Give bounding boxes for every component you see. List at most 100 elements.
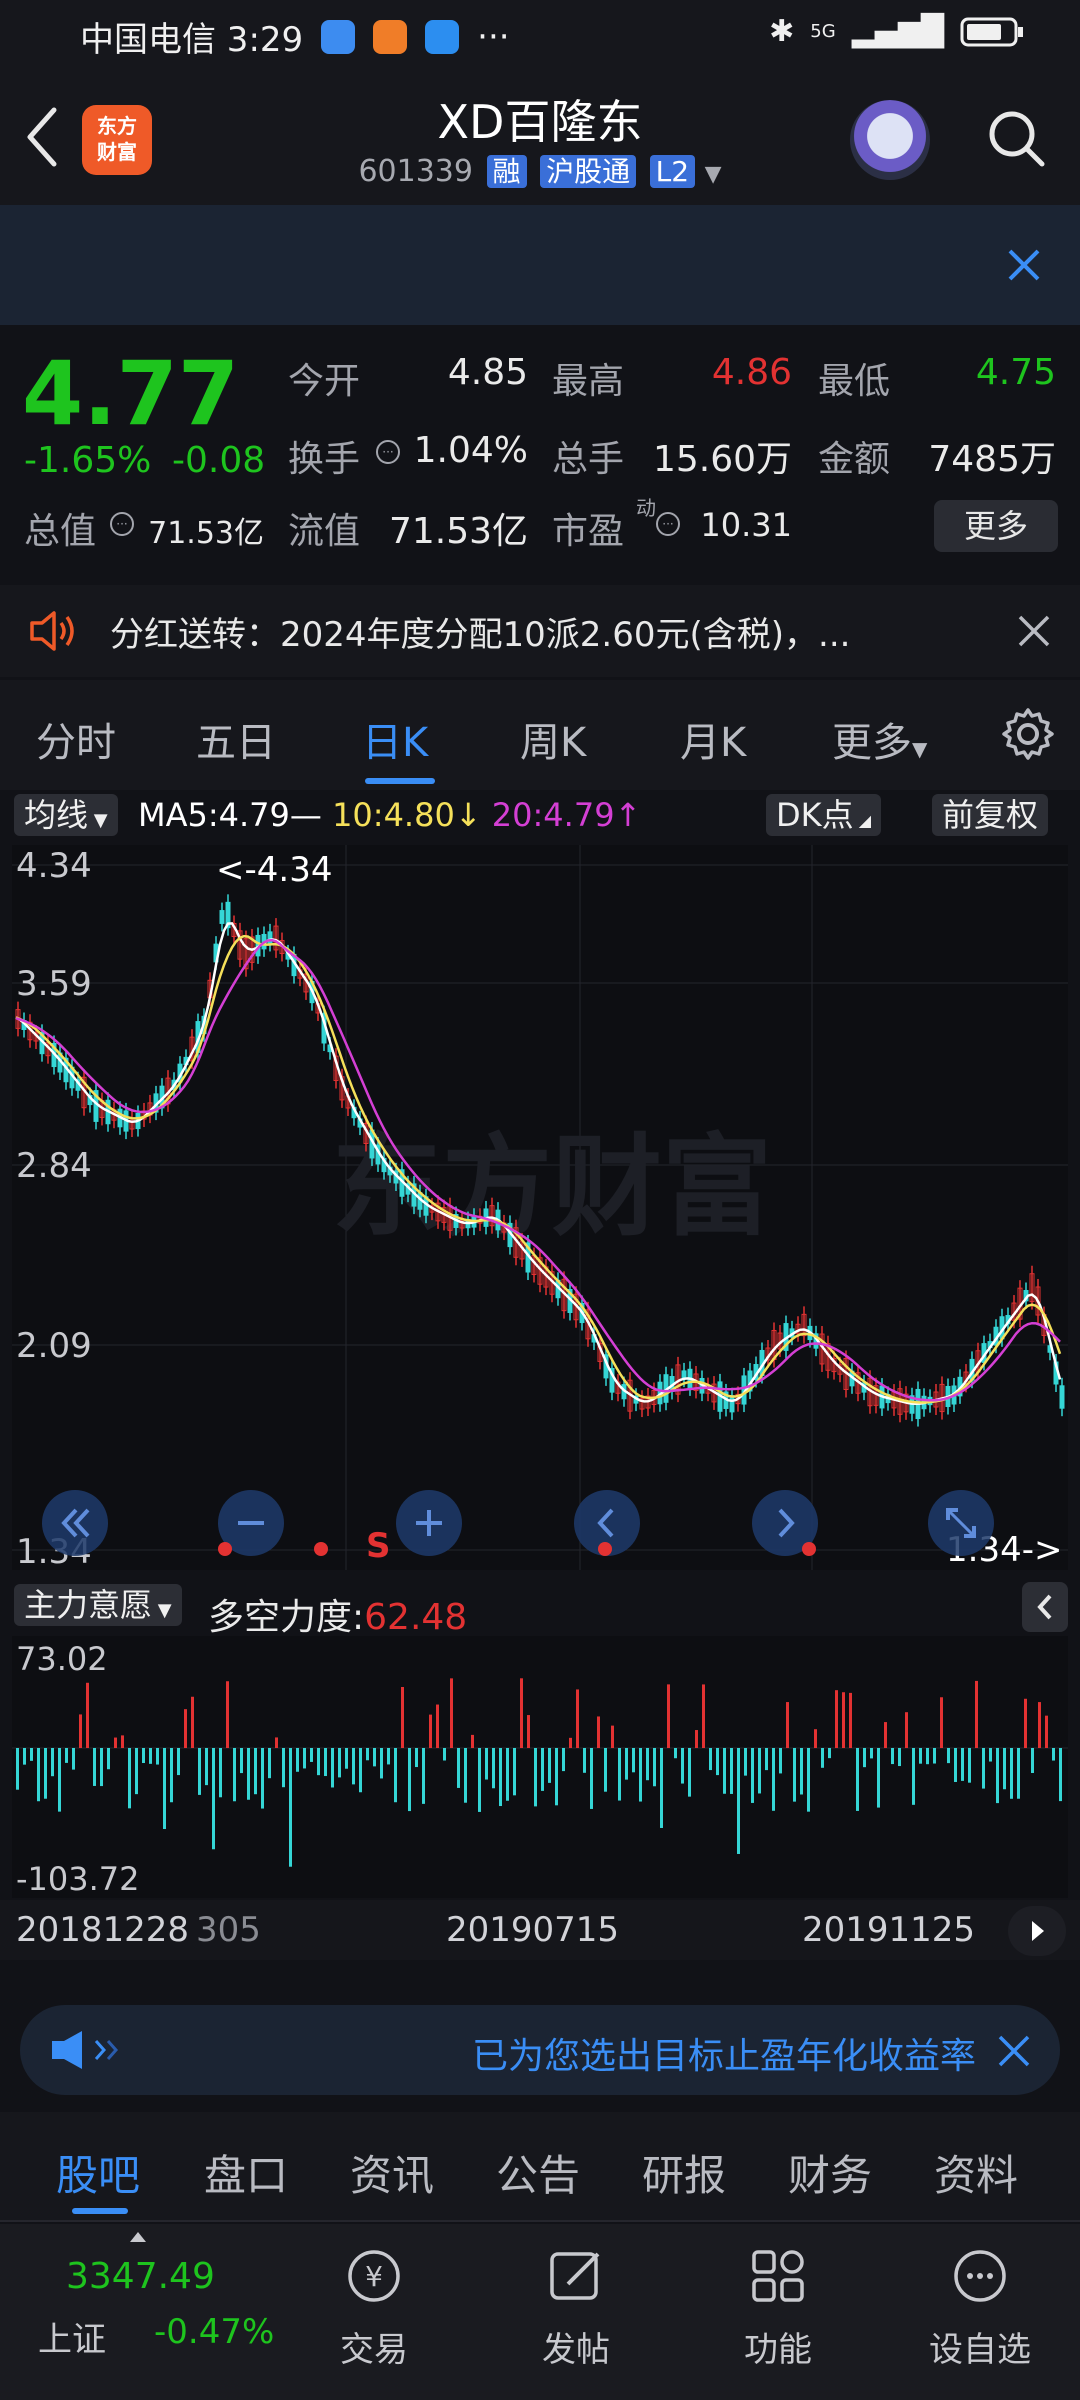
indicator-bar xyxy=(415,1748,418,1768)
indicator-bar xyxy=(100,1748,103,1787)
ma-values: MA5:4.79— 10:4.80↓ 20:4.79↑ xyxy=(138,796,641,834)
price-label: 4.34 xyxy=(16,846,92,886)
candle-body xyxy=(267,931,273,944)
ma20-value: 20:4.79↑ xyxy=(491,796,642,834)
indicator-bar xyxy=(660,1748,663,1828)
indicator-bar xyxy=(625,1748,628,1780)
tab-intraday[interactable]: 分时 xyxy=(36,710,116,768)
indicator-selector-label: 主力意愿 xyxy=(24,1586,153,1624)
kline-chart[interactable]: 东方财富 4.34 3.59 2.84 2.09 1.34 <-4.34 1.3… xyxy=(12,845,1068,1572)
indicator-bar xyxy=(947,1748,950,1764)
nav-post[interactable]: 发帖 xyxy=(506,2244,646,2371)
info-icon[interactable]: ··· xyxy=(654,510,682,538)
indicator-bar xyxy=(37,1748,40,1802)
network-label: 5G xyxy=(810,21,836,42)
play-button[interactable] xyxy=(1008,1906,1066,1956)
close-icon[interactable] xyxy=(1016,613,1052,649)
info-icon[interactable]: ··· xyxy=(374,438,402,466)
indicator-bar: 主力意愿 ▼ 多空力度:62.48 xyxy=(0,1578,1080,1638)
index-value[interactable]: 3347.49 xyxy=(66,2256,215,2297)
indicator-bar xyxy=(1052,1748,1055,1761)
indicator-bar xyxy=(583,1748,586,1773)
indicator-bar xyxy=(863,1748,866,1768)
tab-announcements[interactable]: 公告 xyxy=(496,2142,580,2203)
indicator-bar xyxy=(275,1737,278,1748)
candle-body xyxy=(729,1395,735,1413)
carrier-time: 中国电信 3:29 xyxy=(80,20,304,60)
robot-assistant-avatar[interactable] xyxy=(850,100,930,180)
status-left: 中国电信 3:29 ··· xyxy=(80,12,510,61)
ad-banner[interactable] xyxy=(0,205,1080,325)
signal-icon: ▂▄▆█ xyxy=(851,14,944,49)
indicator-bar xyxy=(611,1725,614,1748)
indicator-bar xyxy=(324,1748,327,1777)
nav-trade[interactable]: ¥ 交易 xyxy=(304,2244,444,2371)
adjust-price-button[interactable]: 前复权 xyxy=(932,794,1049,836)
tab-monthly-k[interactable]: 月K xyxy=(680,710,746,768)
tab-five-day[interactable]: 五日 xyxy=(196,710,276,768)
indicator-bar xyxy=(401,1686,404,1748)
collapse-button[interactable] xyxy=(1022,1582,1068,1632)
indicator-bar xyxy=(590,1748,593,1809)
tab-more[interactable]: 更多▼ xyxy=(832,710,927,768)
indicator-bar xyxy=(1031,1748,1034,1773)
nav-functions[interactable]: 功能 xyxy=(708,2244,848,2371)
indicator-bar xyxy=(352,1748,355,1785)
nav-add-watchlist[interactable]: 设自选 xyxy=(910,2244,1050,2371)
indicator-bar xyxy=(1003,1748,1006,1790)
volume-value: 15.60万 xyxy=(652,439,792,480)
search-icon[interactable] xyxy=(984,106,1048,170)
indicator-canvas[interactable]: 73.02 -103.72 xyxy=(12,1636,1068,1898)
close-icon[interactable] xyxy=(994,2031,1034,2071)
indicator-bar xyxy=(366,1748,369,1761)
zoom-in-button[interactable] xyxy=(396,1490,462,1556)
indicator-bar xyxy=(205,1748,208,1786)
info-icon[interactable]: ··· xyxy=(108,510,136,538)
kline-canvas[interactable]: 东方财富 4.34 3.59 2.84 2.09 1.34 <-4.34 1.3… xyxy=(12,845,1068,1572)
level2-tag: L2 xyxy=(649,155,696,188)
indicator-bar xyxy=(737,1748,740,1854)
more-quote-button[interactable]: 更多 xyxy=(934,500,1058,552)
float-mv-label: 流值 xyxy=(288,511,361,552)
indicator-bar xyxy=(961,1748,964,1781)
dividend-notice[interactable]: 分红送转：2024年度分配10派2.60元(含税)，... xyxy=(0,585,1080,677)
tab-research[interactable]: 研报 xyxy=(642,2142,726,2203)
tab-weekly-k[interactable]: 周K xyxy=(520,710,586,768)
status-bar: 中国电信 3:29 ··· ✱ 5G ▂▄▆█ xyxy=(0,0,1080,70)
tab-order-book[interactable]: 盘口 xyxy=(204,2142,288,2203)
tab-daily-k[interactable]: 日K xyxy=(362,710,428,768)
trade-icon: ¥ xyxy=(348,2250,400,2302)
indicator-bar xyxy=(730,1748,733,1794)
indicator-bar xyxy=(170,1748,173,1803)
promo-banner[interactable]: 已为您选出目标止盈年化收益率 xyxy=(20,2005,1060,2095)
period-tabs: 分时 五日 日K 周K 月K 更多▼ xyxy=(0,680,1080,790)
indicator-bar xyxy=(135,1748,138,1795)
promo-text: 已为您选出目标止盈年化收益率 xyxy=(471,2036,976,2077)
fullscreen-button[interactable] xyxy=(928,1490,994,1556)
indicator-selector[interactable]: 主力意愿 ▼ xyxy=(14,1584,182,1626)
indicator-bar xyxy=(457,1748,460,1788)
indicator-chart[interactable]: 73.02 -103.72 xyxy=(12,1636,1068,1898)
tab-forum[interactable]: 股吧 xyxy=(56,2142,140,2203)
megaphone-icon xyxy=(52,2031,119,2069)
ma-selector[interactable]: 均线 ▼ xyxy=(14,794,118,836)
indicator-bar xyxy=(856,1748,859,1811)
dropdown-icon: ▼ xyxy=(704,162,722,187)
indicator-bar xyxy=(870,1748,873,1759)
tab-news[interactable]: 资讯 xyxy=(350,2142,434,2203)
change-percent: -1.65% xyxy=(24,440,152,481)
index-change: -0.47% xyxy=(154,2312,275,2352)
indicator-bar xyxy=(527,1715,530,1748)
zoom-out-full-button[interactable] xyxy=(42,1490,108,1556)
date-label: 20190715 xyxy=(446,1910,620,1950)
indicator-bar xyxy=(912,1748,915,1805)
close-icon[interactable] xyxy=(1004,245,1044,285)
indicator-bar xyxy=(891,1748,894,1765)
dk-point-button[interactable]: DK点 ◢ xyxy=(766,794,882,836)
indicator-value: 62.48 xyxy=(364,1597,468,1638)
tab-profile[interactable]: 资料 xyxy=(934,2142,1018,2203)
gear-icon[interactable] xyxy=(1000,706,1056,762)
indicator-bar xyxy=(443,1748,446,1761)
status-right: ✱ 5G ▂▄▆█ xyxy=(769,14,1024,49)
tab-financials[interactable]: 财务 xyxy=(788,2142,872,2203)
